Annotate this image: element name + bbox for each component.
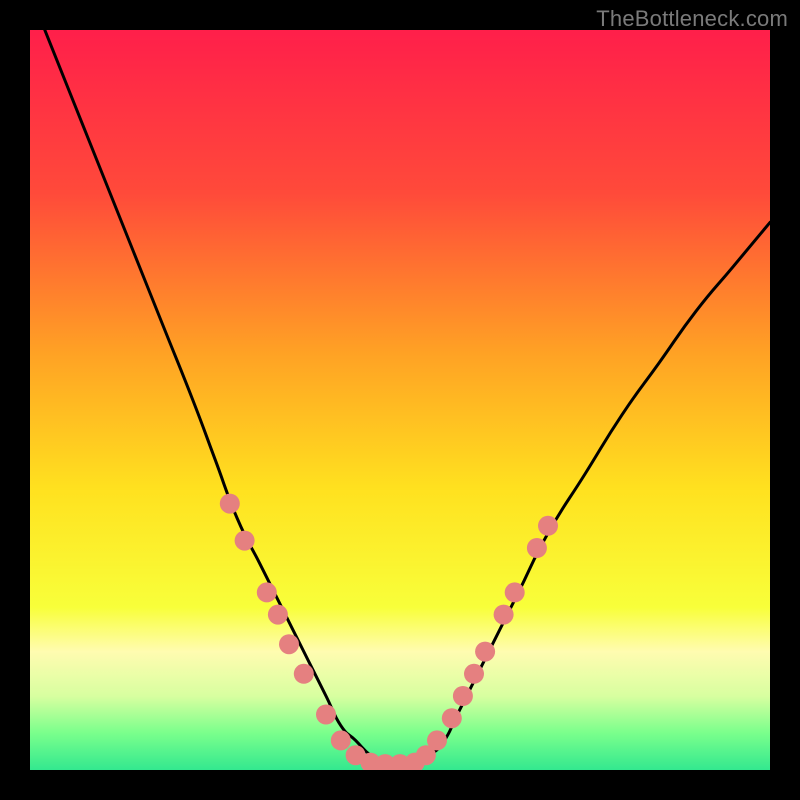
- highlight-dot: [257, 582, 277, 602]
- highlight-dot: [527, 538, 547, 558]
- highlight-dot: [279, 634, 299, 654]
- highlight-dot: [220, 494, 240, 514]
- highlight-dot: [505, 582, 525, 602]
- bottleneck-curve: [45, 30, 770, 764]
- highlight-dot: [475, 642, 495, 662]
- highlight-dot: [494, 605, 514, 625]
- plot-area: [30, 30, 770, 770]
- highlight-dot: [316, 705, 336, 725]
- highlight-dot: [538, 516, 558, 536]
- highlight-dot: [268, 605, 288, 625]
- highlight-dot: [294, 664, 314, 684]
- chart-svg: [30, 30, 770, 770]
- watermark-label: TheBottleneck.com: [596, 6, 788, 32]
- highlight-dot: [442, 708, 462, 728]
- highlight-dot: [464, 664, 484, 684]
- highlight-dot: [235, 531, 255, 551]
- highlight-dot: [331, 730, 351, 750]
- highlight-dot: [427, 730, 447, 750]
- highlight-dots: [220, 494, 558, 770]
- outer-frame: TheBottleneck.com: [0, 0, 800, 800]
- highlight-dot: [453, 686, 473, 706]
